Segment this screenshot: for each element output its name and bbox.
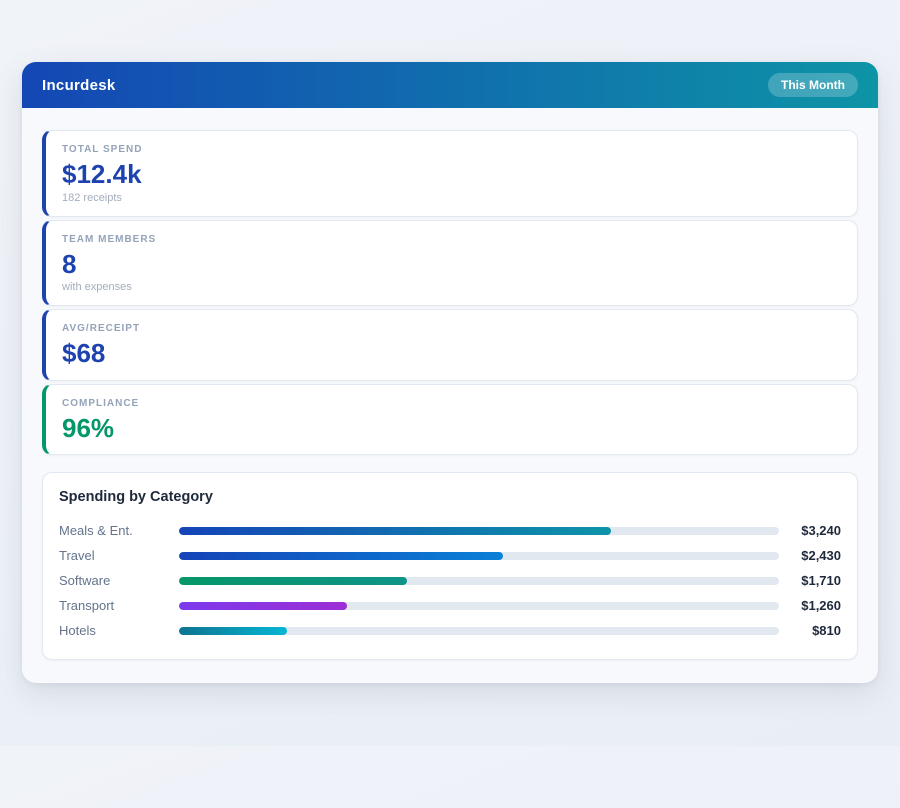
spending-chart-card: Spending by Category Meals & Ent. $3,240… bbox=[42, 472, 858, 660]
bar-track bbox=[179, 602, 779, 610]
chart-row: Hotels $810 bbox=[59, 618, 841, 643]
bar-fill bbox=[179, 577, 407, 585]
stat-value: 96% bbox=[62, 414, 841, 443]
chart-row: Travel $2,430 bbox=[59, 543, 841, 568]
bar-track bbox=[179, 577, 779, 585]
stat-subtext: with expenses bbox=[62, 281, 841, 293]
bar-fill bbox=[179, 552, 503, 560]
stat-card: TOTAL SPEND $12.4k 182 receipts bbox=[42, 130, 858, 217]
category-label: Meals & Ent. bbox=[59, 523, 179, 538]
bar-track bbox=[179, 527, 779, 535]
chart-row: Transport $1,260 bbox=[59, 593, 841, 618]
category-value: $1,260 bbox=[779, 598, 841, 613]
stat-card: COMPLIANCE 96% bbox=[42, 384, 858, 456]
category-value: $1,710 bbox=[779, 573, 841, 588]
category-value: $2,430 bbox=[779, 548, 841, 563]
stat-value: $68 bbox=[62, 339, 841, 368]
widget-header: Incurdesk This Month bbox=[22, 62, 878, 108]
chart-rows: Meals & Ent. $3,240 Travel $2,430 Softwa… bbox=[59, 518, 841, 643]
category-label: Hotels bbox=[59, 623, 179, 638]
bar-fill bbox=[179, 602, 347, 610]
category-value: $3,240 bbox=[779, 523, 841, 538]
stat-label: TOTAL SPEND bbox=[62, 144, 841, 155]
expense-dashboard-widget: Incurdesk This Month TOTAL SPEND $12.4k … bbox=[22, 62, 878, 683]
category-label: Transport bbox=[59, 598, 179, 613]
stat-cards: TOTAL SPEND $12.4k 182 receipts TEAM MEM… bbox=[42, 130, 858, 455]
category-value: $810 bbox=[779, 623, 841, 638]
stat-label: COMPLIANCE bbox=[62, 398, 841, 409]
chart-row: Meals & Ent. $3,240 bbox=[59, 518, 841, 543]
chart-title: Spending by Category bbox=[59, 489, 841, 505]
stat-value: 8 bbox=[62, 250, 841, 279]
bar-track bbox=[179, 627, 779, 635]
stat-value: $12.4k bbox=[62, 160, 841, 189]
bar-fill bbox=[179, 627, 287, 635]
stat-label: TEAM MEMBERS bbox=[62, 234, 841, 245]
app-title: Incurdesk bbox=[42, 77, 116, 94]
bar-track bbox=[179, 552, 779, 560]
stat-subtext: 182 receipts bbox=[62, 192, 841, 204]
chart-row: Software $1,710 bbox=[59, 568, 841, 593]
stat-card: AVG/RECEIPT $68 bbox=[42, 309, 858, 381]
category-label: Travel bbox=[59, 548, 179, 563]
bar-fill bbox=[179, 527, 611, 535]
stat-card: TEAM MEMBERS 8 with expenses bbox=[42, 220, 858, 307]
period-badge[interactable]: This Month bbox=[768, 73, 858, 97]
widget-body: TOTAL SPEND $12.4k 182 receipts TEAM MEM… bbox=[22, 108, 878, 683]
stat-label: AVG/RECEIPT bbox=[62, 323, 841, 334]
category-label: Software bbox=[59, 573, 179, 588]
